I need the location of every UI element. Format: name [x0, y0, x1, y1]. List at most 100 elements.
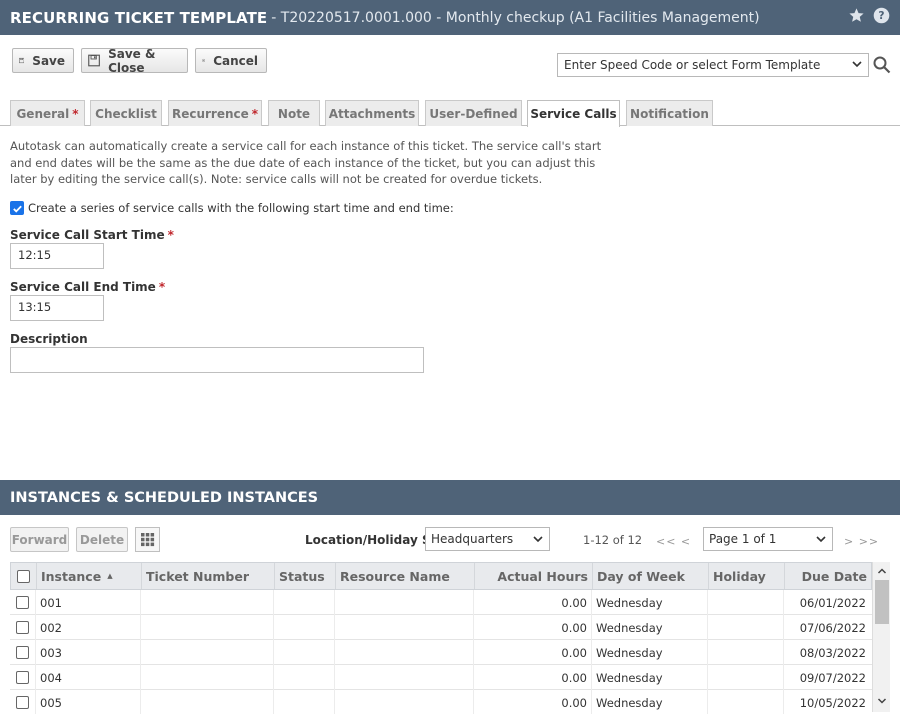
select-all-checkbox[interactable] — [17, 569, 30, 583]
table-row[interactable]: 004 0.00 Wednesday 09/07/2022 — [10, 665, 872, 690]
star-icon[interactable] — [848, 7, 865, 24]
chevron-down-icon[interactable] — [877, 696, 887, 706]
holiday-cell — [708, 690, 784, 714]
tab-label: Note — [277, 106, 311, 121]
column-header-day-of-week[interactable]: Day of Week — [593, 563, 709, 589]
column-label: Ticket Number — [146, 568, 249, 584]
description-input[interactable] — [10, 347, 424, 373]
tab-checklist[interactable]: Checklist — [90, 100, 162, 126]
day-of-week-cell: Wednesday — [592, 615, 708, 640]
location-holiday-value: Headquarters — [431, 532, 514, 546]
instance-cell: 005 — [36, 690, 141, 714]
cancel-button[interactable]: Cancel — [195, 48, 267, 73]
forward-button[interactable]: Forward — [10, 527, 69, 552]
table-row[interactable]: 005 0.00 Wednesday 10/05/2022 — [10, 690, 872, 714]
row-checkbox[interactable] — [16, 671, 29, 684]
column-header-ticket-number[interactable]: Ticket Number — [142, 563, 275, 589]
row-checkbox[interactable] — [16, 596, 29, 609]
first-previous-page-buttons[interactable]: << < — [656, 535, 691, 548]
save-close-button[interactable]: Save & Close — [81, 46, 188, 75]
required-marker: * — [72, 106, 79, 121]
column-label: Due Date — [801, 568, 867, 584]
holiday-cell — [708, 665, 784, 690]
due-date-cell: 06/01/2022 — [799, 595, 866, 610]
column-label: Resource Name — [340, 568, 450, 584]
tab-label: Recurrence — [171, 106, 249, 121]
instance-cell: 003 — [36, 640, 141, 665]
search-icon[interactable] — [873, 56, 891, 74]
create-series-checkbox[interactable] — [10, 201, 24, 215]
column-header-resource-name[interactable]: Resource Name — [336, 563, 475, 589]
tab-label: Checklist — [95, 106, 157, 121]
delete-button[interactable]: Delete — [76, 527, 128, 552]
table-row[interactable]: 003 0.00 Wednesday 08/03/2022 — [10, 640, 872, 665]
day-of-week-cell: Wednesday — [592, 640, 708, 665]
column-header-holiday[interactable]: Holiday — [709, 563, 785, 589]
tab-label: User-Defined — [429, 106, 518, 121]
tab-label: Service Calls — [530, 107, 617, 121]
tab-service-calls[interactable]: Service Calls — [527, 100, 620, 127]
instance-cell: 004 — [36, 665, 141, 690]
tab-bar: General * Checklist Recurrence * Note Atta… — [0, 100, 900, 127]
day-of-week-cell: Wednesday — [592, 590, 708, 615]
tab-note[interactable]: Note — [268, 100, 320, 126]
table-row[interactable]: 002 0.00 Wednesday 07/06/2022 — [10, 615, 872, 640]
row-select-cell — [10, 665, 36, 690]
scrollbar-thumb[interactable] — [875, 580, 889, 624]
save-button[interactable]: Save — [12, 48, 74, 73]
column-header-status[interactable]: Status — [275, 563, 336, 589]
status-cell — [274, 615, 335, 640]
cancel-label: Cancel — [213, 53, 258, 68]
due-date-cell: 09/07/2022 — [799, 670, 866, 685]
instance-cell: 002 — [36, 615, 141, 640]
create-series-row: Create a series of service calls with th… — [10, 201, 454, 215]
column-chooser-button[interactable] — [135, 527, 160, 552]
due-date-cell: 07/06/2022 — [799, 620, 866, 635]
forward-label: Forward — [11, 532, 68, 547]
ticket-number-cell — [141, 665, 274, 690]
resource-cell — [335, 665, 474, 690]
table-scrollbar[interactable] — [872, 562, 890, 712]
next-last-page-buttons[interactable]: > >> — [844, 535, 879, 548]
location-holiday-select[interactable]: Headquarters — [425, 527, 550, 551]
column-header-actual-hours[interactable]: Actual Hours — [475, 563, 593, 589]
save-label: Save — [32, 53, 65, 68]
tab-notification[interactable]: Notification — [626, 100, 713, 126]
help-icon[interactable]: ? — [873, 7, 890, 24]
save-icon — [19, 57, 25, 64]
tab-user-defined[interactable]: User-Defined — [425, 100, 522, 126]
row-checkbox[interactable] — [16, 621, 29, 634]
window-title: RECURRING TICKET TEMPLATE — [10, 8, 268, 27]
resource-cell — [335, 640, 474, 665]
column-header-instance[interactable]: Instance ▲ — [37, 563, 142, 589]
chevron-down-icon — [533, 536, 543, 543]
instances-table-body: 001 0.00 Wednesday 06/01/2022 002 0.00 W… — [10, 590, 872, 714]
due-date-cell: 10/05/2022 — [799, 695, 866, 710]
column-header-due-date[interactable]: Due Date — [785, 563, 871, 589]
row-checkbox[interactable] — [16, 696, 29, 709]
holiday-cell — [708, 590, 784, 615]
table-row[interactable]: 001 0.00 Wednesday 06/01/2022 — [10, 590, 872, 615]
tab-attachments[interactable]: Attachments — [325, 100, 419, 126]
day-of-week-cell: Wednesday — [592, 690, 708, 714]
row-select-cell — [10, 590, 36, 615]
required-marker: * — [167, 228, 174, 242]
record-count: 1-12 of 12 — [583, 533, 643, 547]
start-time-input[interactable]: 12:15 — [10, 243, 104, 269]
end-time-input[interactable]: 13:15 — [10, 295, 104, 321]
chevron-up-icon[interactable] — [877, 566, 887, 576]
row-checkbox[interactable] — [16, 646, 29, 659]
page-select[interactable]: Page 1 of 1 — [703, 527, 833, 551]
page-value: Page 1 of 1 — [709, 532, 777, 546]
start-time-label-text: Service Call Start Time — [10, 228, 165, 242]
save-close-label: Save & Close — [108, 46, 156, 75]
ticket-number-cell — [141, 590, 274, 615]
tab-recurrence[interactable]: Recurrence * — [168, 100, 262, 126]
resource-cell — [335, 615, 474, 640]
select-all-cell — [11, 563, 37, 589]
start-time-label: Service Call Start Time * — [10, 228, 174, 242]
tab-general[interactable]: General * — [10, 100, 85, 126]
create-series-label: Create a series of service calls with th… — [28, 201, 454, 215]
speed-code-select[interactable]: Enter Speed Code or select Form Template — [557, 53, 869, 77]
end-time-label-text: Service Call End Time — [10, 280, 156, 294]
